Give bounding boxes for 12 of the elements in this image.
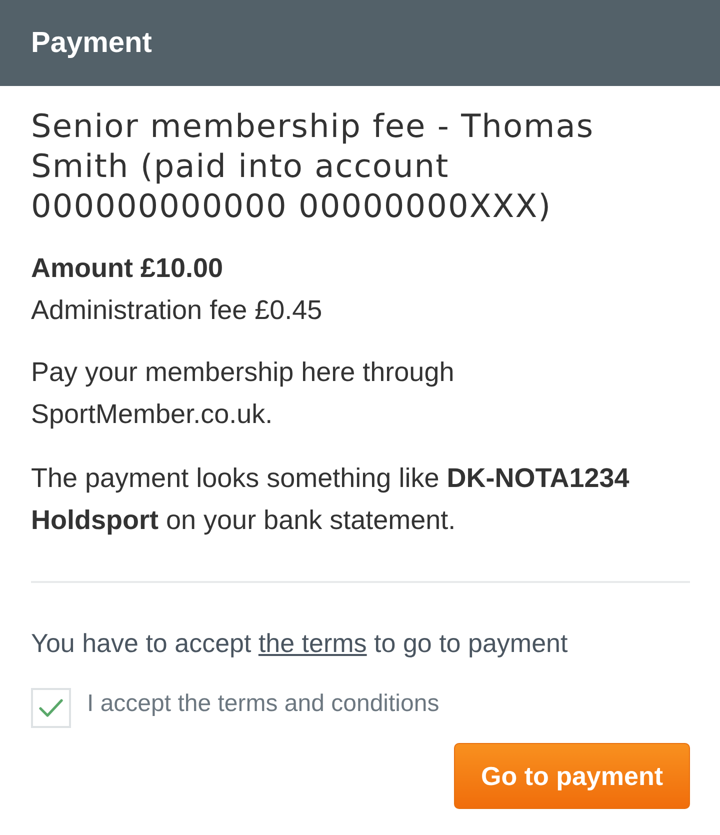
- info-paragraph: The payment looks something like DK-NOTA1234 Holdsport on your bank statement.: [31, 462, 630, 537]
- amount-text: Amount £10.00: [31, 252, 224, 285]
- administration-fee-text: Administration fee £0.45: [31, 294, 324, 327]
- info-paragraph: Pay your membership here through SportMember.co.uk.: [31, 356, 456, 431]
- terms-notice: You have to accept the terms to go to payment: [31, 628, 569, 658]
- terms-link[interactable]: the terms: [258, 628, 367, 658]
- go-to-payment-button[interactable]: Go to payment: [454, 743, 690, 809]
- check-icon: [39, 699, 63, 717]
- checkbox[interactable]: [31, 688, 71, 728]
- page-title: Payment: [31, 26, 152, 60]
- fee-description: Senior membership fee - Thomas Smith (paid into account 000000000000 00000000XXX): [31, 106, 595, 226]
- checkbox-label[interactable]: I accept the terms and conditions: [87, 689, 440, 719]
